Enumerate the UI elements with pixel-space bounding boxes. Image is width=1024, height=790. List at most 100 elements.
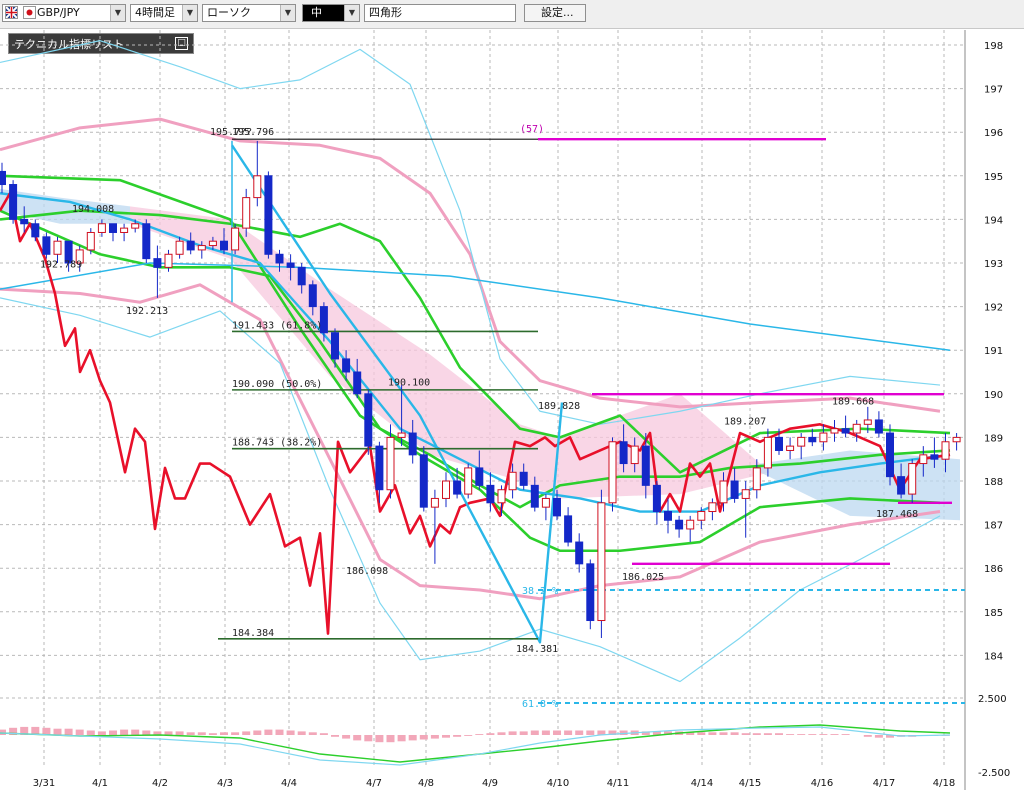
candle-body [819,432,828,443]
macd-bar [120,729,129,735]
macd-bar [475,734,484,735]
macd-bar [275,729,284,735]
macd-bar [730,732,739,735]
candle-body [175,240,184,255]
candle-body [375,445,384,491]
chart-style-select[interactable]: ローソク ▼ [202,4,296,22]
candle-body [675,519,684,530]
price-label: 187.468 [876,509,918,520]
candle-body [541,497,550,508]
x-tick-label: 4/11 [607,778,629,789]
shape-label: 四角形 [369,6,402,19]
price-label: 184.381 [516,644,558,655]
y-tick-label: 185 [984,608,1003,619]
symbol-select[interactable]: GBP/JPY ▼ [2,4,126,22]
macd-bar [575,730,584,735]
macd-bar [197,732,206,735]
macd-bar [0,729,6,735]
timeframe-select[interactable]: 4時間足 ▼ [130,4,198,22]
macd-bar [231,732,240,735]
candle-body [408,432,417,456]
x-tick-label: 4/2 [152,778,168,789]
macd-bar [97,731,106,735]
macd-bar [175,731,184,735]
macd-bar [808,734,817,735]
macd-bar [220,732,228,735]
x-tick-label: 4/8 [418,778,434,789]
candle-body [142,223,151,260]
price-label: 61.8 % [522,699,558,710]
candle-body [53,240,62,255]
x-tick-label: 4/1 [92,778,108,789]
macd-bar [497,732,506,735]
candle-body [286,262,295,268]
candle-body [741,489,750,499]
candle-body [730,480,739,499]
y-tick-label: 192 [984,303,1003,314]
size-select[interactable]: 中 ▼ [302,4,360,22]
candle-body [464,467,473,495]
shape-select[interactable]: 四角形 [364,4,516,22]
macd-bar [586,730,595,735]
candle-body [830,428,839,434]
macd-bar [242,731,251,735]
macd-bar [741,733,750,735]
chevron-down-icon[interactable]: ▼ [280,5,295,21]
price-label: 188.743 (38.2%) [232,438,322,449]
macd-bar [342,735,351,739]
x-tick-label: 4/14 [691,778,713,789]
macd-bar [75,729,84,735]
x-tick-label: 4/10 [547,778,569,789]
candle-body [120,227,129,233]
macd-bar [708,732,717,735]
price-chart[interactable]: 195.796195.7??194.008192.789192.213191.4… [0,28,1024,790]
y-tick-label: 188 [984,477,1003,488]
candle-body [353,371,362,395]
macd-bar [386,735,395,743]
candle-body [42,236,51,255]
price-label: 186.098 [346,566,388,577]
x-tick-label: 4/9 [482,778,498,789]
candle-body [308,284,317,308]
chevron-down-icon[interactable]: ▼ [110,5,125,21]
x-tick-label: 4/16 [811,778,833,789]
candle-body [897,476,906,495]
macd-bar [286,730,295,735]
price-label: 186.025 [622,572,664,583]
macd-bar [874,735,883,738]
macd-bar [331,735,339,737]
macd-bar [541,730,550,735]
price-label: 38.2 % [522,586,558,597]
price-label: 189.207 [724,417,766,428]
indicator-lines [0,40,951,683]
price-label: 184.384 [232,628,274,639]
candle-body [220,240,228,251]
settings-button[interactable]: 設定... [524,4,586,22]
candle-body [575,541,584,565]
macd-bar [364,735,373,742]
chevron-down-icon[interactable]: ▼ [344,5,359,21]
candle-body [553,497,561,517]
y-tick-label: 198 [984,41,1003,52]
candle-body [775,436,783,451]
candle-body [697,511,706,521]
macd-bar [308,732,317,735]
price-label: 192.213 [126,306,168,317]
candle-body [930,454,939,460]
x-tick-label: 4/17 [873,778,895,789]
candle-body [364,393,373,447]
y-tick-label: 184 [984,651,1003,662]
macd-bar [464,735,473,736]
candle-body [952,436,961,443]
macd-bar [564,730,573,735]
chevron-down-icon[interactable]: ▼ [182,5,197,21]
y-tick-label: 197 [984,85,1003,96]
kumo-blue-area [760,450,960,521]
candle-body [763,436,772,469]
size-label: 中 [311,6,322,19]
candle-body [752,467,761,491]
macd-bar [319,733,328,735]
candle-body [386,436,395,491]
candle-body [652,484,661,513]
timeframe-label: 4時間足 [135,6,175,19]
